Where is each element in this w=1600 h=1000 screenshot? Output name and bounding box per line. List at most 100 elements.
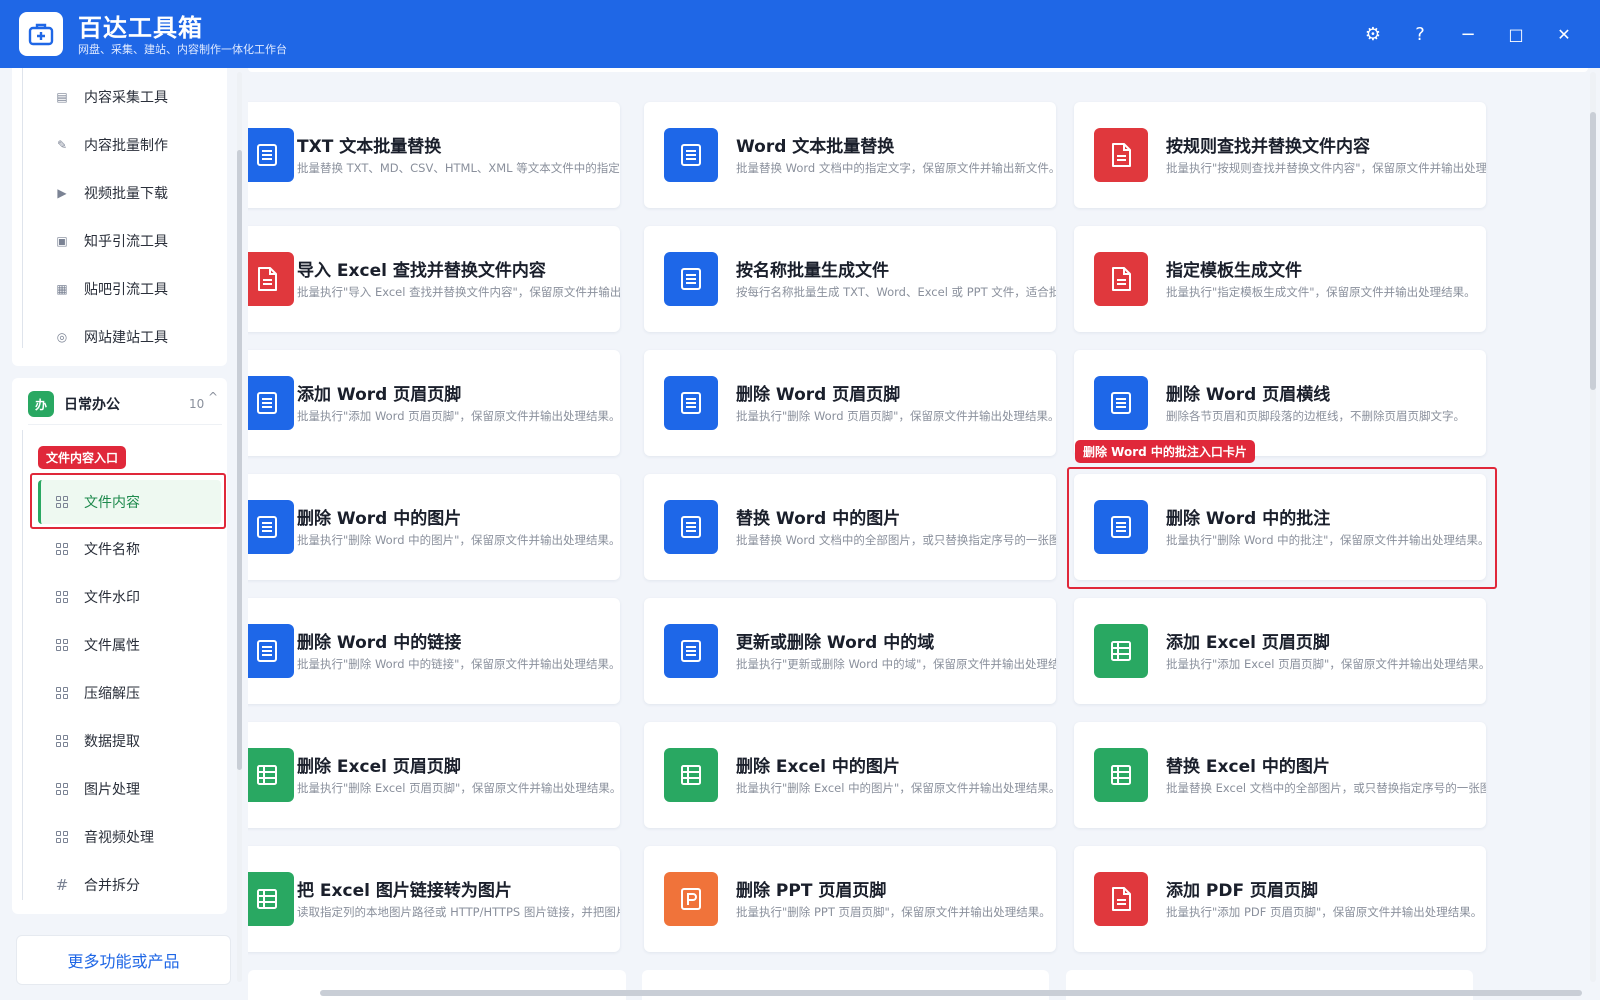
sidebar-item-website[interactable]: ◎ 网站建站工具: [54, 322, 168, 352]
card-title: 按名称批量生成文件: [736, 261, 889, 281]
settings-gear-icon[interactable]: ⚙: [1357, 18, 1389, 50]
sidebar-item-content-batch[interactable]: ✎ 内容批量制作: [54, 130, 168, 160]
sidebar-item-data-extract[interactable]: 数据提取: [54, 726, 140, 756]
tool-card[interactable]: 按名称批量生成文件按每行名称批量生成 TXT、Word、Excel 或 PPT …: [644, 226, 1056, 332]
tool-card[interactable]: 删除 Word 中的链接批量执行"删除 Word 中的链接"，保留原文件并输出处…: [248, 598, 620, 704]
card-title: 删除 Word 中的链接: [297, 633, 462, 653]
card-title: 添加 Word 页眉页脚: [297, 385, 462, 405]
sidebar-item-label: 数据提取: [84, 734, 140, 750]
card-description: 批量替换 TXT、MD、CSV、HTML、XML 等文本文件中的指定内容: [297, 161, 620, 175]
tool-card[interactable]: 指定模板生成文件批量执行"指定模板生成文件"，保留原文件并输出处理结果。: [1074, 226, 1486, 332]
close-icon[interactable]: ✕: [1548, 18, 1580, 50]
tool-card[interactable]: 替换 Word 中的图片批量替换 Word 文档中的全部图片，或只替换指定序号的…: [644, 474, 1056, 580]
tool-card[interactable]: 添加 Excel 页眉页脚批量执行"添加 Excel 页眉页脚"，保留原文件并输…: [1074, 598, 1486, 704]
sidebar-item-audio-video[interactable]: 音视频处理: [54, 822, 154, 852]
tool-card[interactable]: 删除 Word 中的图片 批量执行"删除 Word 中的图片"，保留原文件并输出处…: [248, 474, 620, 580]
sidebar-item-file-attributes[interactable]: 文件属性: [54, 630, 140, 660]
tool-card[interactable]: 按规则查找并替换文件内容批量执行"按规则查找并替换文件内容"，保留原文件并输出处…: [1074, 102, 1486, 208]
file-icon: [248, 252, 294, 306]
tool-card[interactable]: 把 Excel 图片链接转为图片 读取指定列的本地图片路径或 HTTP/HTTPS…: [248, 846, 620, 952]
grid-icon: [54, 589, 70, 605]
card-description: 批量执行"按规则查找并替换文件内容"，保留原文件并输出处理结果。: [1166, 161, 1486, 175]
card-title: 按规则查找并替换文件内容: [1166, 137, 1370, 157]
tool-card[interactable]: TXT 文本批量替换 批量替换 TXT、MD、CSV、HTML、XML 等文本文件…: [248, 102, 620, 208]
sidebar-item-label: 内容采集工具: [84, 90, 168, 106]
minimize-icon[interactable]: −: [1452, 18, 1484, 50]
grid-icon: [54, 685, 70, 701]
app-title: 百达工具箱: [78, 14, 203, 42]
tool-card[interactable]: Word 文本批量替换 批量替换 Word 文档中的指定文字，保留原文件并输出新文…: [644, 102, 1056, 208]
tool-card[interactable]: 删除 Word 页眉页脚批量执行"删除 Word 页眉页脚"，保留原文件并输出处…: [644, 350, 1056, 456]
sidebar-item-merge-split[interactable]: # 合并拆分: [54, 870, 140, 900]
file-icon: [1094, 128, 1148, 182]
sidebar-group-header[interactable]: 办 日常办公 10 ^: [28, 386, 223, 422]
card-description: 批量执行"删除 Excel 中的图片"，保留原文件并输出处理结果。: [736, 781, 1056, 795]
doc-icon: [664, 624, 718, 678]
sidebar-item-file-watermark[interactable]: 文件水印: [54, 582, 140, 612]
sidebar-item-compress[interactable]: 压缩解压: [54, 678, 140, 708]
main-scrollbar-thumb[interactable]: [1590, 112, 1596, 390]
tool-card[interactable]: 替换 Excel 中的图片 批量替换 Excel 文档中的全部图片，或只替换指定序…: [1074, 722, 1486, 828]
doc-icon: [664, 500, 718, 554]
tool-card[interactable]: 添加 Word 页眉页脚批量执行"添加 Word 页眉页脚"，保留原文件并输出处…: [248, 350, 620, 456]
grid-icon: [54, 781, 70, 797]
sidebar-item-label: 图片处理: [84, 782, 140, 798]
sidebar-item-file-name[interactable]: 文件名称: [54, 534, 140, 564]
tool-card[interactable]: 更新或删除 Word 中的域 批量执行"更新或删除 Word 中的域"，保留原文件…: [644, 598, 1056, 704]
tieba-icon: ▦: [56, 282, 68, 296]
doc-icon: [664, 128, 718, 182]
doc-icon: [1094, 376, 1148, 430]
card-title: 更新或删除 Word 中的域: [736, 633, 935, 653]
card-description: 按每行名称批量生成 TXT、Word、Excel 或 PPT 文件，适合批量建档…: [736, 285, 1056, 299]
sheet-icon: [1094, 748, 1148, 802]
ppt-icon: [664, 872, 718, 926]
card-description: 批量执行"添加 PDF 页眉页脚"，保留原文件并输出处理结果。: [1166, 905, 1483, 919]
sidebar-item-zhihu[interactable]: ▣ 知乎引流工具: [54, 226, 168, 256]
more-products-link[interactable]: 更多功能或产品: [16, 935, 231, 985]
card-description: 批量执行"导入 Excel 查找并替换文件内容"，保留原文件并输出处理结果。: [297, 285, 620, 299]
doc-icon: [248, 500, 294, 554]
maximize-icon[interactable]: □: [1500, 18, 1532, 50]
prev-section-edge: [248, 68, 1588, 72]
sheet-icon: [664, 748, 718, 802]
sidebar-scrollbar-thumb[interactable]: [237, 150, 242, 770]
sidebar-item-label: 文件属性: [84, 638, 140, 654]
card-description: 批量执行"删除 Word 中的链接"，保留原文件并输出处理结果。: [297, 657, 620, 671]
sidebar-item-tieba[interactable]: ▦ 贴吧引流工具: [54, 274, 168, 304]
tool-card[interactable]: 删除 Excel 页眉页脚 批量执行"删除 Excel 页眉页脚"，保留原文件并输…: [248, 722, 620, 828]
tool-card[interactable]: 删除 PPT 页眉页脚 批量执行"删除 PPT 页眉页脚"，保留原文件并输出处理结…: [644, 846, 1056, 952]
card-description: 批量执行"添加 Excel 页眉页脚"，保留原文件并输出处理结果。: [1166, 657, 1486, 671]
sheet-icon: [248, 872, 294, 926]
sidebar-item-label: 文件水印: [84, 590, 140, 606]
card-description: 删除各节页眉和页脚段落的边框线，不删除页眉页脚文字。: [1166, 409, 1465, 423]
card-description: 批量执行"添加 Word 页眉页脚"，保留原文件并输出处理结果。: [297, 409, 620, 423]
sidebar-item-image-process[interactable]: 图片处理: [54, 774, 140, 804]
sidebar-item-video-download[interactable]: ▶ 视频批量下载: [54, 178, 168, 208]
card-title: 删除 PPT 页眉页脚: [736, 881, 887, 901]
chevron-up-icon[interactable]: ^: [208, 390, 218, 404]
card-title: 删除 Word 页眉页脚: [736, 385, 901, 405]
card-description: 批量执行"指定模板生成文件"，保留原文件并输出处理结果。: [1166, 285, 1476, 299]
card-description: 批量执行"删除 Word 页眉页脚"，保留原文件并输出处理结果。: [736, 409, 1056, 423]
pen-icon: ✎: [56, 138, 68, 152]
grid-icon: [54, 733, 70, 749]
card-title: 指定模板生成文件: [1166, 261, 1302, 281]
divider: [28, 424, 222, 425]
tool-card[interactable]: 删除 Excel 中的图片 批量执行"删除 Excel 中的图片"，保留原文件并输…: [644, 722, 1056, 828]
doc-icon: ▤: [56, 90, 68, 104]
tool-card[interactable]: 添加 PDF 页眉页脚 批量执行"添加 PDF 页眉页脚"，保留原文件并输出处理结…: [1074, 846, 1486, 952]
help-icon[interactable]: ?: [1404, 18, 1436, 50]
office-badge-icon: 办: [28, 391, 54, 417]
annotation-box-card: [1067, 467, 1497, 589]
tool-card[interactable]: 导入 Excel 查找并替换文件内容 批量执行"导入 Excel 查找并替换文件内…: [248, 226, 620, 332]
card-title: 替换 Word 中的图片: [736, 509, 901, 529]
card-description: 读取指定列的本地图片路径或 HTTP/HTTPS 图片链接，并把图片嵌入表格。: [297, 905, 620, 919]
group-title: 日常办公: [64, 397, 120, 413]
card-title: 删除 Word 页眉横线: [1166, 385, 1331, 405]
main-horizontal-scrollbar-thumb[interactable]: [320, 990, 1582, 996]
card-description: 批量替换 Word 文档中的全部图片，或只替换指定序号的一张图片。: [736, 533, 1056, 547]
card-title: 添加 Excel 页眉页脚: [1166, 633, 1330, 653]
sheet-icon: [1094, 624, 1148, 678]
sidebar-item-content-collect[interactable]: ▤ 内容采集工具: [54, 82, 168, 112]
grid-icon: [54, 637, 70, 653]
